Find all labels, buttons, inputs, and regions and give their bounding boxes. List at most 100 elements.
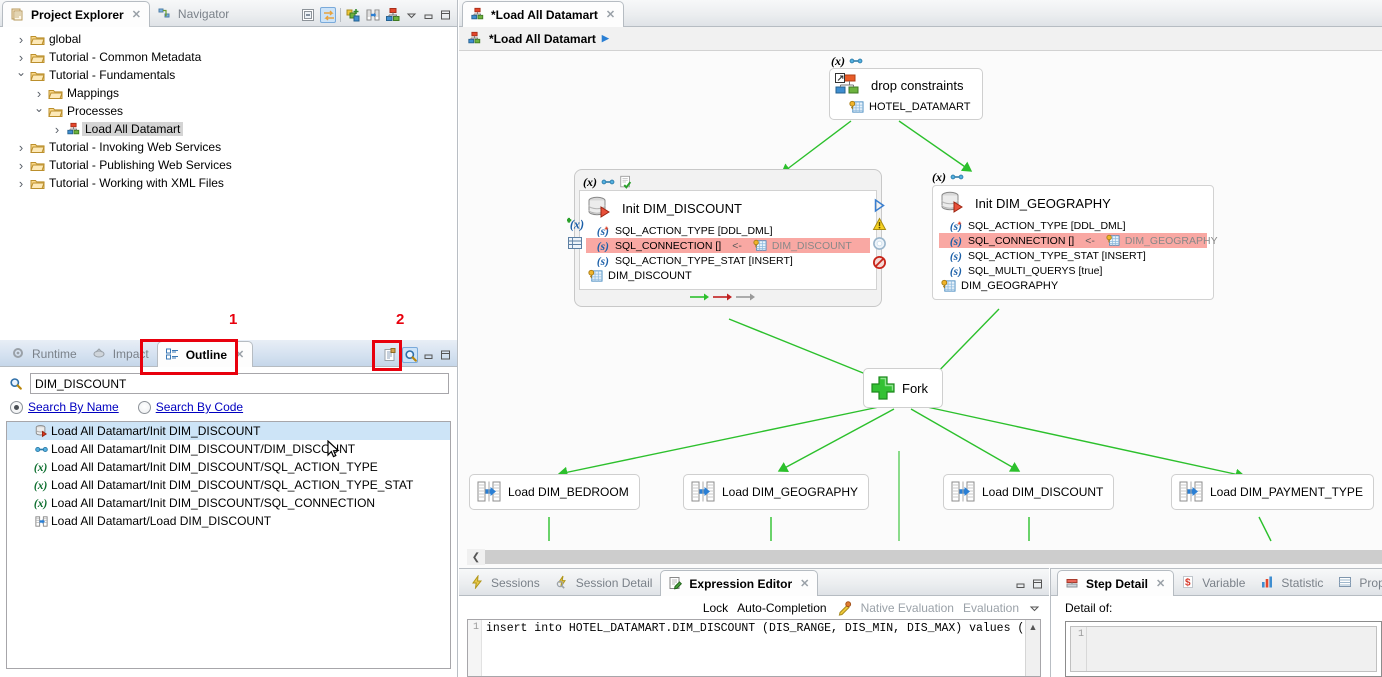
chevron-right-icon[interactable] — [50, 122, 64, 137]
chevron-right-icon[interactable] — [32, 86, 46, 101]
tab-impact[interactable]: Impact — [85, 342, 157, 366]
node-load-dim-geography[interactable]: Load DIM_GEOGRAPHY — [683, 474, 870, 510]
view-menu-icon[interactable] — [1028, 600, 1041, 616]
attribute-row[interactable]: (s) SQL_ACTION_TYPE_STAT [INSERT] — [939, 248, 1207, 263]
expression-code-text[interactable]: insert into HOTEL_DATAMART.DIM_DISCOUNT … — [482, 620, 1025, 676]
tab-load-all-datamart[interactable]: *Load All Datamart ✕ — [462, 1, 625, 27]
disabled-icon[interactable] — [872, 236, 887, 251]
tree-item-working-with-xml-files[interactable]: Tutorial - Working with XML Files — [0, 174, 457, 192]
node-load-dim-bedroom[interactable]: Load DIM_BEDROOM — [469, 474, 640, 510]
chevron-right-icon[interactable] — [14, 158, 28, 173]
list-item[interactable]: Load All Datamart/Init DIM_DISCOUNT — [7, 422, 450, 440]
new-mapping-icon[interactable] — [365, 7, 381, 23]
project-explorer-tree[interactable]: global Tutorial - Common Metadata Tutori… — [0, 27, 457, 340]
tree-item-load-all-datamart[interactable]: Load All Datamart — [0, 120, 457, 138]
close-icon[interactable]: ✕ — [235, 348, 244, 361]
list-item[interactable]: Load All Datamart/Init DIM_DISCOUNT/DIM_… — [7, 440, 450, 458]
attribute-row[interactable]: (s) SQL_ACTION_TYPE [DDL_DML] — [939, 218, 1207, 233]
radio-search-by-code[interactable] — [137, 400, 151, 414]
detail-of-box[interactable]: 1 — [1065, 621, 1382, 677]
tree-item-invoking-web-services[interactable]: Tutorial - Invoking Web Services — [0, 138, 457, 156]
list-item[interactable]: Load All Datamart/Load DIM_DISCOUNT — [7, 512, 450, 530]
maximize-icon[interactable] — [439, 7, 452, 23]
native-eval-icon[interactable] — [836, 600, 852, 616]
node-load-dim-discount[interactable]: Load DIM_DISCOUNT — [943, 474, 1115, 510]
expression-vscrollbar[interactable]: ▲ — [1025, 620, 1040, 676]
tab-sessions[interactable]: Sessions — [463, 571, 548, 595]
tab-runtime[interactable]: Runtime — [4, 342, 85, 366]
minimize-icon[interactable] — [422, 7, 435, 23]
tab-navigator[interactable]: Navigator — [150, 2, 237, 26]
attribute-row[interactable]: (s) SQL_MULTI_QUERYS [true] — [939, 263, 1207, 278]
lock-button[interactable]: Lock — [703, 601, 728, 615]
tree-item-mappings[interactable]: Mappings — [0, 84, 457, 102]
tab-session-detail[interactable]: Session Detail — [548, 571, 661, 595]
node-init-dim-discount[interactable]: (x) Init DIM_DISCOUNT (s) SQL_ACTION_TYP… — [567, 169, 887, 307]
detail-code-area[interactable]: 1 — [1070, 626, 1377, 672]
native-evaluation-label[interactable]: Native Evaluation — [861, 601, 954, 615]
close-icon[interactable]: ✕ — [606, 8, 615, 21]
maximize-icon[interactable] — [1031, 576, 1044, 592]
expression-code-area[interactable]: 1 insert into HOTEL_DATAMART.DIM_DISCOUN… — [467, 619, 1041, 677]
search-input[interactable] — [30, 373, 449, 394]
tab-step-detail[interactable]: Step Detail ✕ — [1057, 570, 1175, 596]
chevron-right-icon[interactable]: ▶ — [602, 33, 609, 44]
tree-item-publishing-web-services[interactable]: Tutorial - Publishing Web Services — [0, 156, 457, 174]
node-fork[interactable]: Fork — [863, 368, 943, 408]
evaluation-label[interactable]: Evaluation — [963, 601, 1019, 615]
attribute-row[interactable]: (s) SQL_ACTION_TYPE [DDL_DML] — [586, 223, 870, 238]
scroll-left-arrow[interactable]: ❮ — [467, 549, 485, 565]
minimize-icon[interactable] — [422, 347, 435, 363]
search-icon[interactable] — [402, 347, 418, 363]
chevron-right-icon[interactable] — [14, 176, 28, 191]
list-item[interactable]: (x) Load All Datamart/Init DIM_DISCOUNT/… — [7, 476, 450, 494]
search-by-code-label[interactable]: Search By Code — [156, 400, 243, 414]
detail-value[interactable] — [1087, 627, 1376, 671]
minimize-icon[interactable] — [1014, 576, 1027, 592]
chevron-down-icon[interactable] — [32, 104, 46, 118]
node-drop-constraints[interactable]: (x) drop constraints HOTEL_DATAMART — [829, 54, 984, 120]
collapse-all-icon[interactable] — [300, 7, 316, 23]
search-results-list[interactable]: Load All Datamart/Init DIM_DISCOUNT Load… — [6, 421, 451, 669]
view-menu-icon[interactable] — [405, 7, 418, 23]
list-item[interactable]: (x) Load All Datamart/Init DIM_DISCOUNT/… — [7, 494, 450, 512]
grid-icon[interactable] — [567, 236, 584, 251]
tree-item-fundamentals[interactable]: Tutorial - Fundamentals — [0, 66, 457, 84]
chevron-down-icon[interactable] — [14, 68, 28, 82]
canvas-hscrollbar[interactable]: ❮ — [467, 549, 1382, 565]
warning-icon[interactable] — [872, 217, 887, 232]
list-item[interactable]: (x) Load All Datamart/Init DIM_DISCOUNT/… — [7, 458, 450, 476]
tab-variable[interactable]: $ Variable — [1174, 571, 1253, 595]
node-init-dim-geography[interactable]: (x) Init DIM_GEOGRAPHY (s) SQL_ACTION_TY… — [932, 169, 1218, 300]
tree-item-processes[interactable]: Processes — [0, 102, 457, 120]
chevron-right-icon[interactable] — [14, 32, 28, 47]
outline-list-icon[interactable] — [382, 347, 398, 363]
auto-completion-button[interactable]: Auto-Completion — [737, 601, 826, 615]
attribute-row-highlighted[interactable]: (s) SQL_CONNECTION [] <- — [586, 238, 870, 253]
chevron-right-icon[interactable] — [14, 140, 28, 155]
run-icon[interactable] — [872, 198, 887, 213]
link-with-editor-icon[interactable] — [320, 7, 336, 23]
new-process-icon[interactable] — [385, 7, 401, 23]
add-variable-icon[interactable]: (x) — [567, 216, 584, 232]
node-table-row[interactable]: DIM_GEOGRAPHY — [939, 278, 1207, 294]
breadcrumb-label[interactable]: *Load All Datamart — [489, 32, 596, 46]
tree-item-common-metadata[interactable]: Tutorial - Common Metadata — [0, 48, 457, 66]
tab-statistic[interactable]: Statistic — [1253, 571, 1331, 595]
maximize-icon[interactable] — [439, 347, 452, 363]
tree-item-global[interactable]: global — [0, 30, 457, 48]
scroll-thumb[interactable] — [485, 550, 1382, 564]
process-canvas[interactable]: (x) drop constraints HOTEL_DATAMART (x) … — [459, 51, 1382, 568]
breakpoint-icon[interactable] — [872, 255, 887, 270]
search-by-name-label[interactable]: Search By Name — [28, 400, 119, 414]
new-metadata-icon[interactable] — [345, 7, 361, 23]
node-table-row[interactable]: DIM_DISCOUNT — [586, 268, 870, 284]
close-icon[interactable]: ✕ — [1156, 577, 1165, 590]
chevron-right-icon[interactable] — [14, 50, 28, 65]
tab-properties[interactable]: Propert — [1331, 571, 1382, 595]
tab-expression-editor[interactable]: Expression Editor ✕ — [660, 570, 819, 596]
radio-search-by-name[interactable] — [10, 400, 23, 414]
close-icon[interactable]: ✕ — [132, 8, 141, 21]
attribute-row[interactable]: (s) SQL_ACTION_TYPE_STAT [INSERT] — [586, 253, 870, 268]
scroll-up-arrow[interactable]: ▲ — [1029, 622, 1038, 632]
